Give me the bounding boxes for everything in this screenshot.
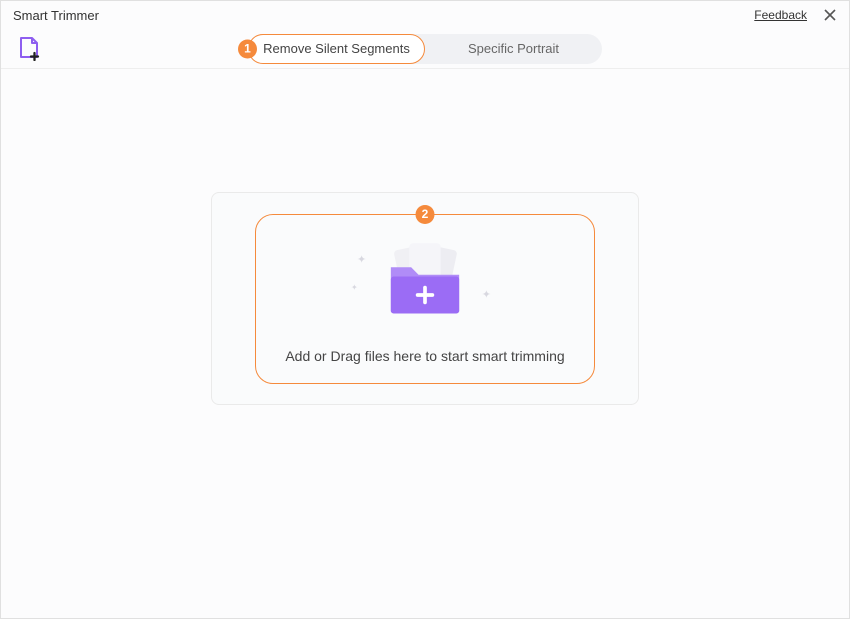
step-badge-2: 2 [416, 205, 435, 224]
add-file-icon[interactable] [17, 36, 43, 62]
folder-illustration: ✦ ✦ ✦ [365, 243, 485, 323]
feedback-link[interactable]: Feedback [754, 8, 807, 22]
drop-card: 2 ✦ ✦ ✦ [211, 192, 639, 405]
step-badge-1: 1 [238, 39, 257, 58]
titlebar: Smart Trimmer Feedback [1, 1, 849, 29]
drop-instruction-text: Add or Drag files here to start smart tr… [285, 348, 564, 364]
file-plus-icon [19, 37, 41, 61]
close-icon [823, 8, 837, 22]
window-title: Smart Trimmer [13, 8, 99, 23]
toolbar: 1 Remove Silent Segments Specific Portra… [1, 29, 849, 69]
tab-group: 1 Remove Silent Segments Specific Portra… [248, 34, 602, 64]
main-content: 2 ✦ ✦ ✦ [1, 69, 849, 618]
app-window: Smart Trimmer Feedback 1 Remove [0, 0, 850, 619]
tab-remove-silent-segments[interactable]: Remove Silent Segments [248, 34, 425, 64]
file-drop-zone[interactable]: 2 ✦ ✦ ✦ [255, 214, 595, 384]
tab-label: Remove Silent Segments [263, 41, 410, 56]
titlebar-actions: Feedback [754, 6, 839, 24]
tab-label: Specific Portrait [468, 41, 559, 56]
folder-plus-icon [365, 238, 485, 328]
tab-specific-portrait[interactable]: Specific Portrait [425, 34, 602, 64]
close-button[interactable] [821, 6, 839, 24]
